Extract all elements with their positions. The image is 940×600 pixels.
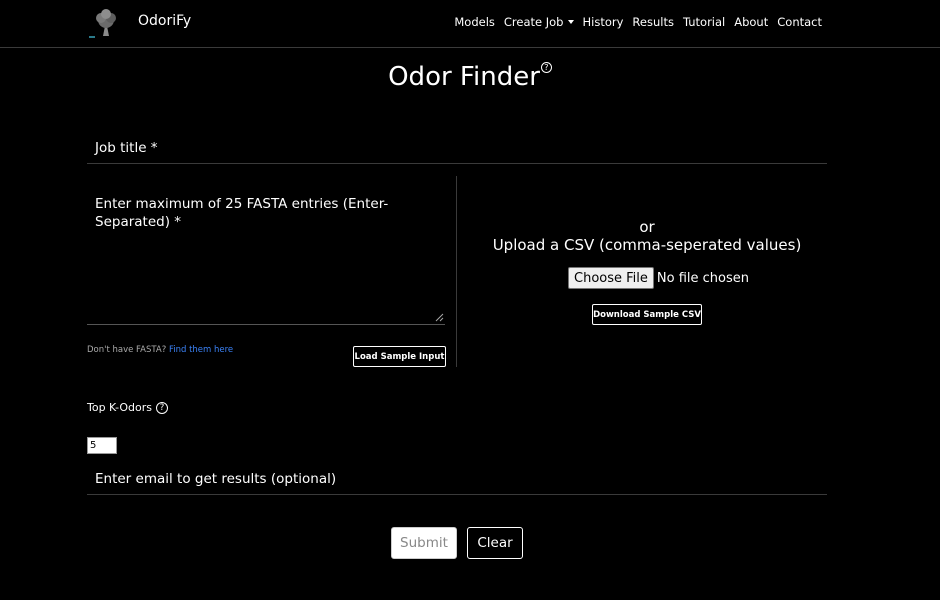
download-sample-csv-button[interactable]: Download Sample CSV	[592, 304, 702, 325]
upload-csv-label: Upload a CSV (comma-seperated values)	[492, 236, 802, 254]
nav-links: Models Create Job History Results Tutori…	[445, 15, 822, 29]
brand-name[interactable]: OdoriFy	[138, 13, 191, 29]
nav-create-job[interactable]: Create Job	[504, 15, 574, 29]
nav-tutorial[interactable]: Tutorial	[683, 15, 725, 29]
fasta-label: Enter maximum of 25 FASTA entries (Enter…	[95, 196, 389, 230]
topk-label: Top K-Odors?	[87, 401, 169, 414]
nav-models[interactable]: Models	[454, 15, 495, 29]
page-title: Odor Finder?	[0, 62, 940, 92]
choose-file-button[interactable]: Choose File	[568, 267, 654, 289]
nav-history[interactable]: History	[583, 15, 624, 29]
fasta-help-link[interactable]: Find them here	[169, 345, 233, 355]
fasta-help-text: Don't have FASTA?	[87, 345, 167, 355]
nav-results[interactable]: Results	[632, 15, 674, 29]
submit-button[interactable]: Submit	[391, 527, 457, 559]
nav-about[interactable]: About	[734, 15, 768, 29]
or-text: or	[639, 218, 655, 236]
email-label: Enter email to get results (optional)	[95, 471, 337, 487]
column-divider	[456, 176, 457, 367]
navbar: OdoriFy Models Create Job History Result…	[0, 0, 940, 48]
file-input: Choose File No file chosen	[568, 267, 749, 289]
tree-logo-icon[interactable]	[88, 6, 124, 42]
job-title-label: Job title *	[95, 140, 158, 156]
job-title-field[interactable]: Job title *	[87, 133, 827, 164]
email-field[interactable]: Enter email to get results (optional)	[87, 464, 827, 495]
nav-create-job-label: Create Job	[503, 15, 564, 29]
no-file-text: No file chosen	[656, 270, 749, 286]
help-icon[interactable]: ?	[540, 62, 552, 73]
load-sample-button[interactable]: Load Sample Input	[353, 346, 446, 367]
fasta-textarea[interactable]: Enter maximum of 25 FASTA entries (Enter…	[87, 175, 445, 325]
caret-down-icon	[567, 20, 574, 24]
help-icon[interactable]: ?	[156, 401, 169, 414]
nav-contact[interactable]: Contact	[777, 15, 822, 29]
topk-label-text: Top K-Odors	[87, 401, 153, 414]
topk-input[interactable]	[87, 437, 117, 454]
page-title-text: Odor Finder	[388, 62, 540, 92]
resize-handle-icon[interactable]	[435, 313, 444, 322]
fasta-help: Don't have FASTA? Find them here	[87, 345, 233, 355]
clear-button[interactable]: Clear	[467, 527, 523, 559]
